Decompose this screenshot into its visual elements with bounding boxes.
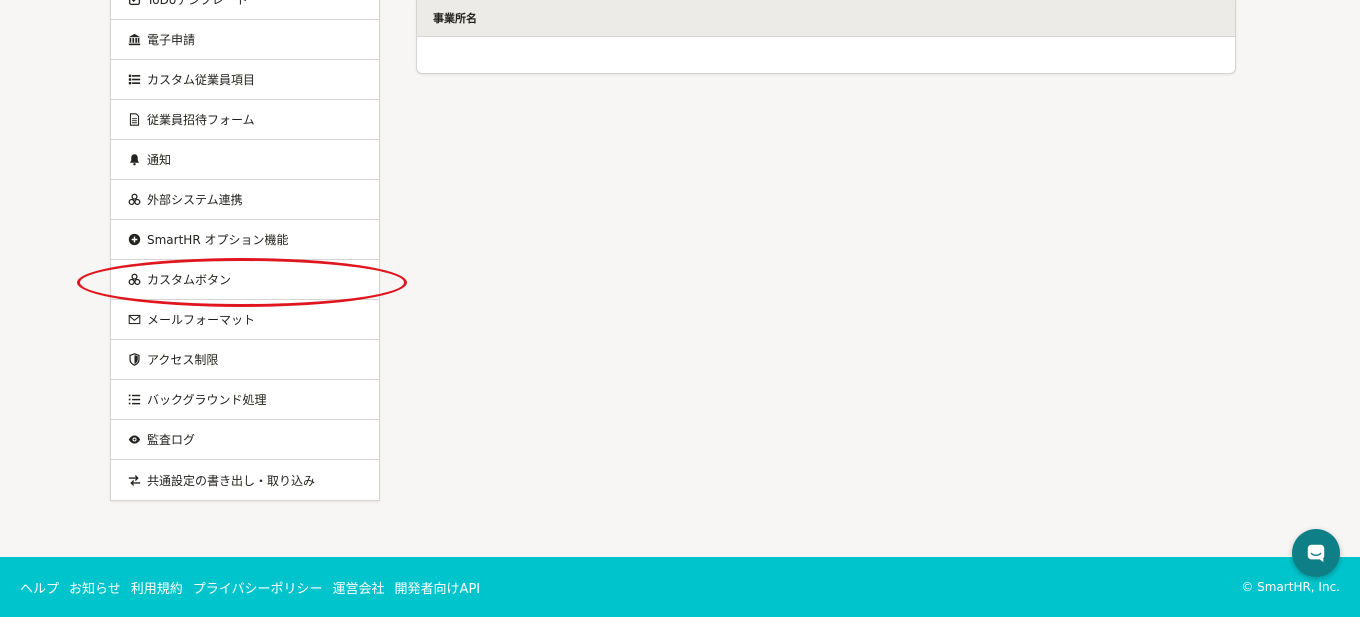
cubes-icon <box>127 193 141 207</box>
plus-circle-icon <box>127 233 141 247</box>
bell-icon <box>127 153 141 167</box>
shield-icon <box>127 353 141 367</box>
sidebar-item-label: 共通設定の書き出し・取り込み <box>147 473 316 488</box>
footer-link-developer-api[interactable]: 開発者向けAPI <box>395 578 481 597</box>
chat-launcher-button[interactable] <box>1292 529 1340 577</box>
settings-page: ToDoテンプレート 電子申請 カスタム従業員項目 従業員招待フォーム 通知 外… <box>0 0 1360 617</box>
list-icon <box>127 73 141 87</box>
todo-check-icon <box>127 0 141 7</box>
sidebar-item-todo-template[interactable]: ToDoテンプレート <box>111 0 379 20</box>
sidebar-item-audit-log[interactable]: 監査ログ <box>111 420 379 460</box>
copyright-text: © SmartHR, Inc. <box>1241 580 1340 594</box>
footer-link-help[interactable]: ヘルプ <box>20 578 59 597</box>
sidebar-item-label: メールフォーマット <box>147 313 256 327</box>
sidebar-item-e-application[interactable]: 電子申請 <box>111 20 379 60</box>
eye-icon <box>127 433 141 447</box>
sidebar-item-notifications[interactable]: 通知 <box>111 140 379 180</box>
sidebar-item-external-integration[interactable]: 外部システム連携 <box>111 180 379 220</box>
sidebar-item-background-jobs[interactable]: バックグラウンド処理 <box>111 380 379 420</box>
footer-link-privacy[interactable]: プライバシーポリシー <box>193 578 323 597</box>
exchange-icon <box>127 473 141 487</box>
chat-icon <box>1307 544 1325 563</box>
sidebar-item-label: 電子申請 <box>147 33 196 47</box>
sidebar-item-label: アクセス制限 <box>147 353 219 367</box>
sidebar-item-mail-format[interactable]: メールフォーマット <box>111 300 379 340</box>
ordered-list-icon <box>127 393 141 407</box>
sidebar-item-label: カスタムボタン <box>147 273 232 287</box>
cubes-icon <box>127 273 141 287</box>
sidebar-item-invite-form[interactable]: 従業員招待フォーム <box>111 100 379 140</box>
sidebar-item-access-restriction[interactable]: アクセス制限 <box>111 340 379 380</box>
sidebar-item-custom-employee-fields[interactable]: カスタム従業員項目 <box>111 60 379 100</box>
footer-links: ヘルプ お知らせ 利用規約 プライバシーポリシー 運営会社 開発者向けAPI <box>20 578 480 597</box>
site-footer: ヘルプ お知らせ 利用規約 プライバシーポリシー 運営会社 開発者向けAPI ©… <box>0 557 1360 617</box>
sidebar-item-label: バックグラウンド処理 <box>147 393 267 407</box>
footer-link-company[interactable]: 運営会社 <box>333 578 385 597</box>
footer-link-news[interactable]: お知らせ <box>69 578 121 597</box>
bank-icon <box>127 33 141 47</box>
sidebar-item-smarthr-options[interactable]: SmartHR オプション機能 <box>111 220 379 260</box>
sidebar-item-label: SmartHR オプション機能 <box>147 233 289 247</box>
table-header-office-name: 事業所名 <box>417 0 1235 37</box>
sidebar-item-label: 従業員招待フォーム <box>147 113 255 127</box>
sidebar-item-label: 通知 <box>147 153 172 167</box>
sidebar-item-label: ToDoテンプレート <box>147 0 248 7</box>
sidebar-item-label: カスタム従業員項目 <box>147 73 256 87</box>
envelope-icon <box>127 313 141 327</box>
office-table: 事業所名 <box>416 0 1236 74</box>
sidebar-item-label: 監査ログ <box>147 433 196 447</box>
settings-sidebar: ToDoテンプレート 電子申請 カスタム従業員項目 従業員招待フォーム 通知 外… <box>110 0 380 501</box>
sidebar-item-export-import-settings[interactable]: 共通設定の書き出し・取り込み <box>111 460 379 500</box>
footer-link-terms[interactable]: 利用規約 <box>131 578 183 597</box>
sidebar-item-label: 外部システム連携 <box>147 193 243 207</box>
sidebar-item-custom-button[interactable]: カスタムボタン <box>111 260 379 300</box>
document-icon <box>127 113 141 127</box>
